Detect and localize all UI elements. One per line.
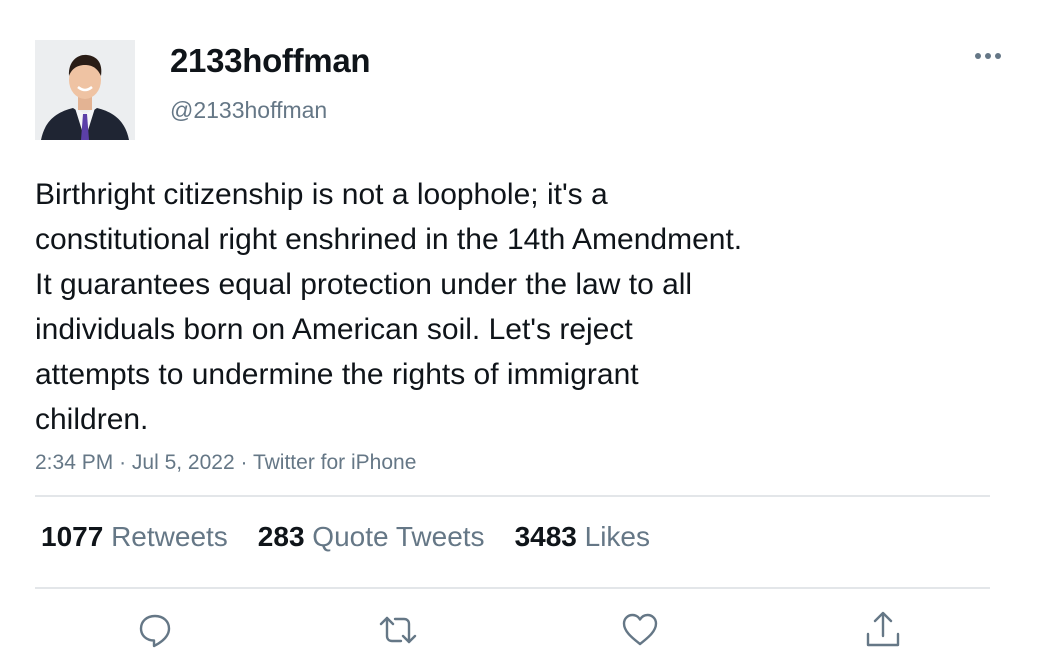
likes-count: 3483	[514, 521, 577, 552]
more-options-button[interactable]	[968, 40, 1008, 72]
tweet-text: Birthright citizenship is not a loophole…	[35, 172, 935, 442]
likes-label: Likes	[584, 521, 651, 552]
likes-stat[interactable]: 3483 Likes	[515, 521, 650, 553]
retweets-count: 1077	[41, 521, 104, 552]
quote-tweets-label: Quote Tweets	[312, 521, 485, 552]
display-name[interactable]: 2133hoffman	[170, 42, 371, 80]
share-icon	[866, 611, 900, 647]
quote-tweets-count: 283	[257, 521, 305, 552]
tweet-text-line: children.	[35, 403, 149, 436]
divider	[35, 495, 990, 497]
meta-separator: ·	[240, 451, 248, 474]
like-button[interactable]	[616, 606, 664, 654]
heart-icon	[622, 613, 658, 646]
meta-separator: ·	[119, 451, 127, 474]
retweet-button[interactable]	[374, 606, 422, 654]
retweets-stat[interactable]: 1077 Retweets	[41, 521, 228, 553]
tweet-text-line: constitutional right enshrined in the 14…	[35, 223, 743, 256]
tweet-text-line: Birthright citizenship is not a loophole…	[35, 178, 608, 211]
reply-button[interactable]	[131, 606, 179, 654]
tweet-time[interactable]: 2:34 PM	[35, 451, 113, 474]
tweet-text-line: attempts to undermine the rights of immi…	[35, 358, 639, 391]
more-dots-icon	[975, 53, 1001, 59]
tweet-text-line: individuals born on American soil. Let's…	[35, 313, 633, 346]
tweet-text-line: It guarantees equal protection under the…	[35, 268, 693, 301]
divider	[35, 587, 990, 589]
profile-photo-icon	[35, 40, 135, 140]
tweet-source[interactable]: Twitter for iPhone	[253, 451, 416, 474]
tweet-actions-bar	[0, 606, 1050, 654]
avatar[interactable]	[35, 40, 135, 140]
retweet-icon	[379, 616, 417, 644]
engagement-stats: 1077 Retweets 283 Quote Tweets 3483 Like…	[41, 521, 650, 553]
retweets-label: Retweets	[111, 521, 228, 552]
share-button[interactable]	[859, 606, 907, 654]
tweet-date[interactable]: Jul 5, 2022	[132, 451, 235, 474]
tweet-metadata: 2:34 PM · Jul 5, 2022 · Twitter for iPho…	[35, 451, 416, 475]
reply-icon	[139, 614, 171, 648]
quote-tweets-stat[interactable]: 283 Quote Tweets	[258, 521, 485, 553]
user-handle[interactable]: @2133hoffman	[170, 97, 327, 124]
